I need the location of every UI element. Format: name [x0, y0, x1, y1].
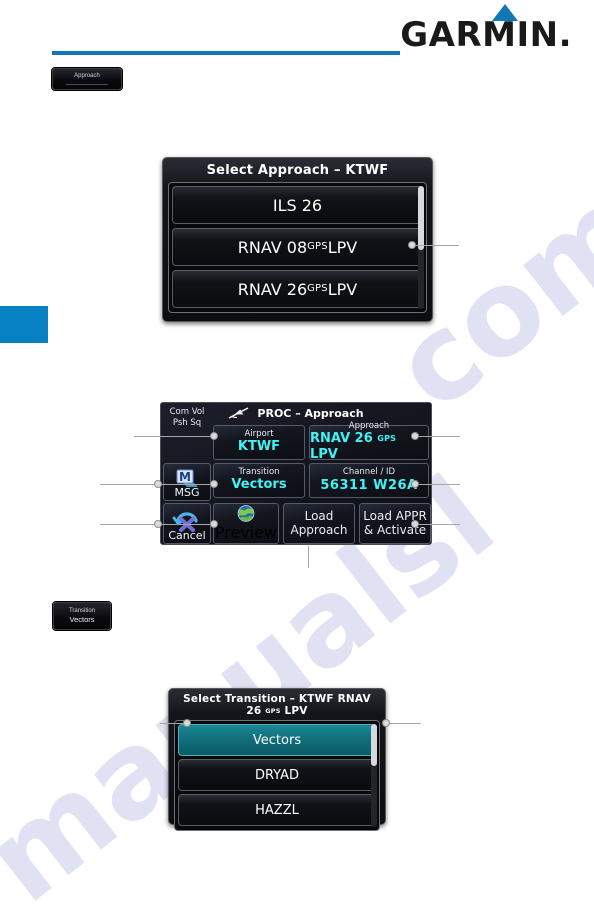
- garmin-triangle-icon: [492, 4, 518, 21]
- proc-field-channel-id[interactable]: Channel / ID 56311 W26A: [309, 463, 429, 498]
- select-approach-list: ILS 26 RNAV 08 GPS LPV RNAV 26 GPS LPV: [168, 182, 427, 313]
- com-vol-line1: Com Vol: [169, 407, 205, 417]
- approach-item-text: RNAV 08: [237, 237, 308, 257]
- preview-button-label: Preview: [214, 523, 278, 542]
- proc-field-approach[interactable]: Approach RNAV 26 GPS LPV: [309, 420, 429, 462]
- airport-label: Airport: [244, 428, 274, 439]
- select-transition-title-post: LPV: [280, 705, 308, 717]
- approach-item-suffix: LPV: [327, 237, 358, 257]
- callout-dot-channel: [412, 481, 418, 487]
- cancel-key-label: Cancel: [168, 529, 206, 543]
- callout-dot-preview: [211, 521, 217, 527]
- approach-item-suffix: LPV: [327, 279, 358, 299]
- callout-line-airport: [134, 436, 212, 437]
- load-approach-line1: Load: [304, 508, 334, 523]
- callout-dot-approach-row: [409, 242, 415, 248]
- callout-dot-vectors-row: [184, 720, 190, 726]
- approach-item-text: RNAV 26: [237, 279, 308, 299]
- callout-dot-transition-scrollbar: [383, 720, 389, 726]
- approach-list-item[interactable]: ILS 26: [172, 186, 423, 224]
- select-transition-dialog: Select Transition – KTWF RNAV 26 GPS LPV…: [168, 688, 386, 831]
- transition-list-scrollbar[interactable]: [371, 724, 377, 827]
- approach-value: RNAV 26 GPS LPV: [310, 431, 428, 464]
- preview-button[interactable]: Preview: [213, 503, 279, 544]
- channel-id-label: Channel / ID: [342, 467, 396, 478]
- callout-line-load-approach: [308, 546, 309, 568]
- msg-key-label: MSG: [174, 486, 200, 500]
- select-approach-title: Select Approach – KTWF: [206, 163, 389, 178]
- select-transition-title: Select Transition – KTWF RNAV 26 GPS LPV: [174, 693, 380, 717]
- header-rule: [52, 51, 400, 55]
- approach-list-scroll-thumb[interactable]: [418, 186, 424, 250]
- transition-item-text: DRYAD: [254, 767, 300, 783]
- garmin-logo: GARMIN.: [400, 4, 572, 55]
- transition-list-item-selected[interactable]: Vectors: [178, 724, 376, 756]
- callout-line-msg: [100, 484, 156, 485]
- transition-list-item[interactable]: DRYAD: [178, 759, 376, 791]
- approach-item-gps-label: GPS: [307, 240, 328, 252]
- com-vol-knob-label: Com Vol Psh Sq: [163, 405, 211, 433]
- callout-dot-msg: [155, 481, 161, 487]
- transition-item-text: Vectors: [252, 732, 302, 748]
- proc-field-airport[interactable]: Airport KTWF: [213, 425, 305, 460]
- transition-item-text: HAZZL: [255, 802, 299, 818]
- approach-label: Approach: [348, 420, 390, 431]
- msg-key[interactable]: M MSG: [163, 463, 211, 501]
- approach-value-post: LPV: [310, 447, 338, 463]
- callout-line-channel: [418, 484, 460, 485]
- callout-dot-cancel: [155, 521, 161, 527]
- callout-dot-airport: [211, 433, 217, 439]
- load-approach-line2: Approach: [290, 522, 348, 537]
- aircraft-icon: [229, 407, 249, 419]
- airport-value: KTWF: [237, 439, 281, 455]
- select-approach-dialog: Select Approach – KTWF ILS 26 RNAV 08 GP…: [162, 157, 433, 322]
- softkey-transition[interactable]: Transition Vectors: [53, 602, 111, 630]
- transition-label: Transition: [238, 466, 280, 477]
- callout-dot-transition: [211, 481, 217, 487]
- transition-list-scroll-thumb[interactable]: [371, 724, 377, 766]
- approach-list-scrollbar[interactable]: [418, 186, 424, 309]
- transition-value: Vectors: [231, 477, 287, 493]
- callout-line-transition-scrollbar: [389, 723, 421, 724]
- softkey-transition-value: Vectors: [69, 614, 95, 624]
- softkey-approach-label: Approach: [74, 73, 100, 80]
- globe-icon: [237, 505, 255, 522]
- approach-list-item[interactable]: RNAV 08 GPS LPV: [172, 228, 423, 266]
- proc-field-transition[interactable]: Transition Vectors: [213, 463, 305, 498]
- callout-line-load-activate: [418, 524, 460, 525]
- softkey-transition-label: Transition: [68, 608, 96, 615]
- approach-item-gps-label: GPS: [307, 282, 328, 294]
- transition-list-item[interactable]: HAZZL: [178, 794, 376, 826]
- callout-line-approach-field: [418, 436, 460, 437]
- approach-item-text: ILS 26: [272, 195, 323, 215]
- callout-dot-approach-field: [412, 433, 418, 439]
- callout-line-vectors-row: [160, 723, 185, 724]
- approach-value-pre: RNAV 26: [310, 430, 378, 446]
- page-edge-tab: [0, 306, 48, 343]
- callout-line-approach-row: [415, 245, 459, 246]
- approach-list-item[interactable]: RNAV 26 GPS LPV: [172, 270, 423, 308]
- load-approach-button[interactable]: Load Approach: [283, 503, 355, 544]
- svg-text:M: M: [179, 470, 191, 484]
- softkey-approach[interactable]: Approach: [52, 68, 122, 90]
- channel-id-value: 56311 W26A: [320, 477, 418, 493]
- callout-line-preview: [142, 524, 212, 525]
- approach-value-gps: GPS: [377, 433, 397, 443]
- select-transition-list: Vectors DRYAD HAZZL: [174, 720, 380, 831]
- select-transition-title-gps: GPS: [265, 707, 281, 715]
- callout-dot-load-activate: [412, 521, 418, 527]
- softkey-approach-underline: [65, 83, 109, 85]
- proc-panel-title: PROC – Approach: [257, 407, 364, 420]
- com-vol-line2: Psh Sq: [172, 418, 202, 429]
- garmin-wordmark: GARMIN.: [400, 15, 572, 55]
